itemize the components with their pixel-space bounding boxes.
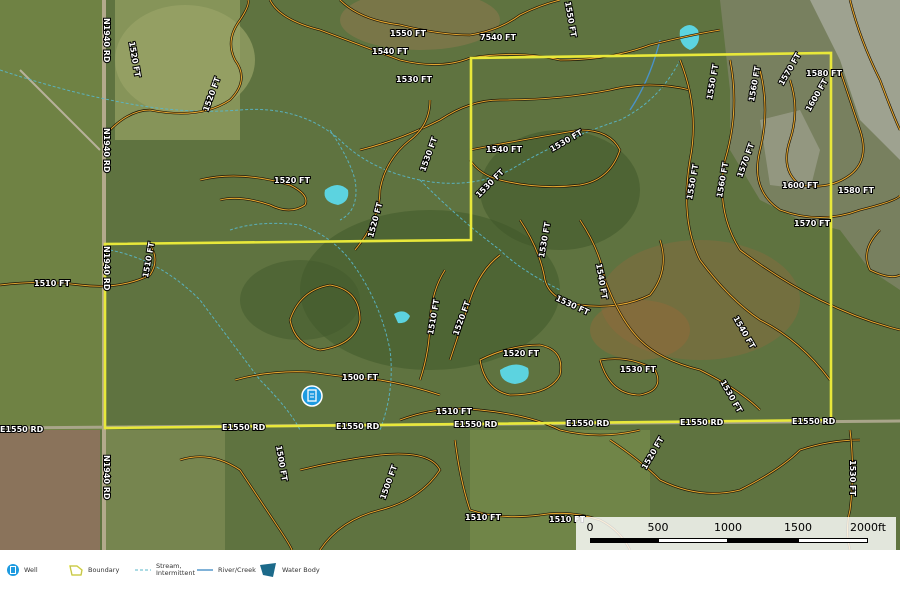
contour-label: 1540 FT (486, 145, 523, 154)
map-legend: Well Boundary Stream, Intermittent River… (0, 550, 900, 598)
road-label-e1550-d: E1550 RD (566, 419, 610, 428)
boundary-icon (69, 565, 83, 576)
contour-label: 1530 FT (848, 460, 857, 497)
road-label-e1550-a: E1550 RD (222, 423, 266, 432)
road-label-e1550-g: E1550 RD (792, 417, 836, 426)
road-label-e1550-b: E1550 RD (336, 422, 380, 431)
legend-item-stream: Stream, Intermittent (134, 560, 195, 580)
contour-label: 1600 FT (782, 181, 819, 190)
field-south (105, 430, 225, 550)
road-label-n1940-top: N1940 RD (102, 18, 111, 63)
scale-segment (728, 538, 798, 543)
contour-label: 1540 FT (372, 47, 409, 56)
contour-label: 1520 FT (503, 349, 540, 358)
contour-label: 1580 FT (806, 69, 843, 78)
road-label-e1550-c: E1550 RD (454, 420, 498, 429)
contour-label: 1580 FT (838, 186, 875, 195)
eroded-ground-2 (590, 300, 690, 360)
scale-segment (658, 538, 728, 543)
contour-label: 1510 FT (465, 513, 502, 522)
legend-item-water-body: Water Body (258, 560, 320, 580)
scale-tick-1500: 1500 (784, 521, 812, 534)
contour-label: 1510 FT (436, 407, 473, 416)
contour-label: 1550 FT (390, 29, 427, 38)
road-label-n1940-mid: N1940 RD (102, 128, 111, 173)
contour-label: 7540 FT (480, 33, 517, 42)
river-icon (197, 569, 213, 571)
contour-label: 1530 FT (396, 75, 433, 84)
scale-bar: 0 500 1000 1500 2000ft (576, 517, 896, 550)
legend-label-river: River/Creek (218, 565, 256, 574)
scale-tick-500: 500 (647, 521, 669, 534)
scale-tick-0: 0 (586, 521, 594, 534)
contour-label: 1570 FT (794, 219, 831, 228)
road-label-e1550-f: E1550 RD (680, 418, 724, 427)
map-view[interactable]: N1940 RD N1940 RD N1940 RD N1940 RD E155… (0, 0, 900, 550)
contour-label: 1510 FT (34, 279, 71, 288)
legend-item-river: River/Creek (196, 560, 256, 580)
scale-segment (798, 538, 868, 543)
scale-tick-1000: 1000 (714, 521, 742, 534)
scale-tick-2000: 2000ft (850, 521, 886, 534)
legend-item-well: Well (6, 560, 38, 580)
well-marker[interactable] (301, 385, 323, 407)
legend-item-boundary: Boundary (68, 560, 119, 580)
field-southwest (0, 430, 100, 550)
contour-label: 1500 FT (342, 373, 379, 382)
stream-icon (135, 569, 151, 571)
contour-label: 1520 FT (274, 176, 311, 185)
water-body-icon (260, 563, 276, 577)
legend-label-boundary: Boundary (88, 565, 120, 574)
road-label-n1940-left: N1940 RD (102, 246, 111, 291)
field-west (0, 0, 105, 430)
road-label-n1940-bottom: N1940 RD (102, 455, 111, 500)
well-icon (7, 564, 19, 576)
scale-segment (590, 538, 658, 543)
legend-label-stream: Stream, Intermittent (156, 562, 196, 577)
contour-label: 1530 FT (620, 365, 657, 374)
legend-label-water-body: Water Body (282, 565, 320, 574)
legend-label-well: Well (24, 565, 38, 574)
road-label-e1550-left: E1550 RD (0, 425, 44, 434)
